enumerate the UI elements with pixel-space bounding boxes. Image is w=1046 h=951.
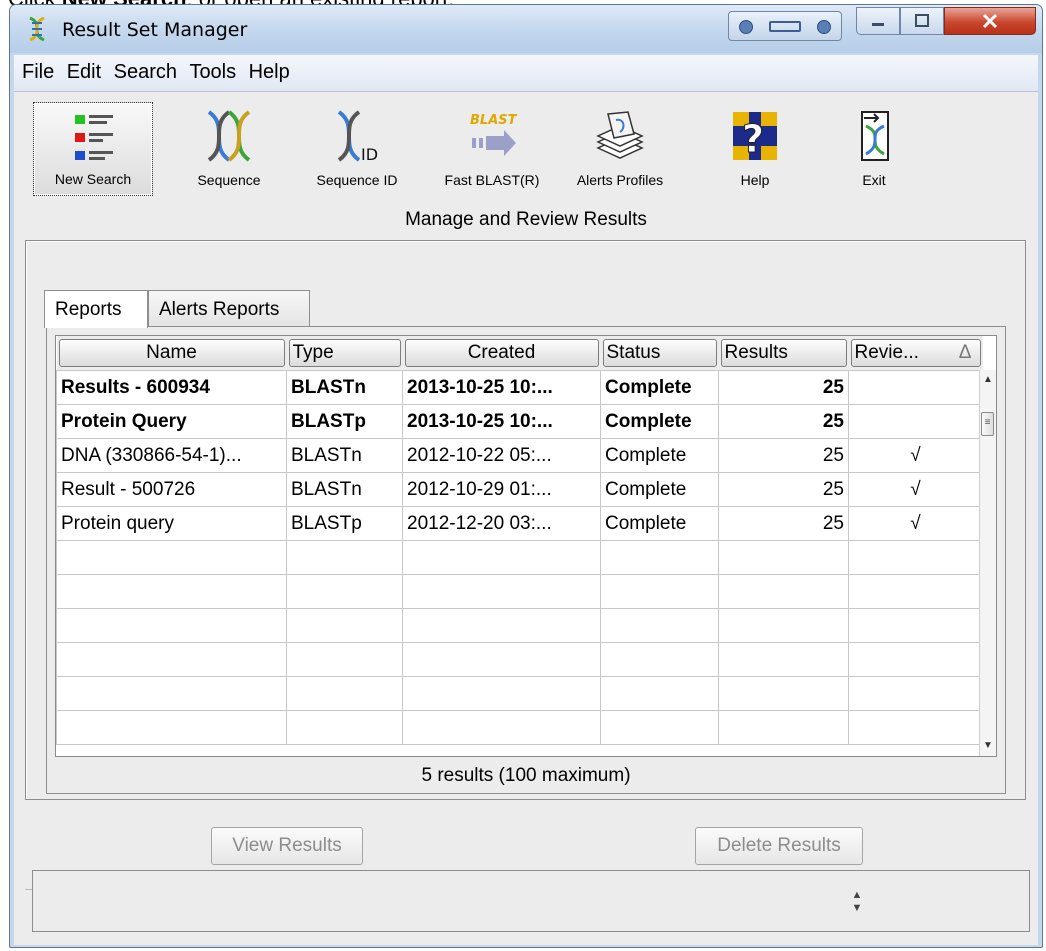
empty-row [56,642,983,677]
scrollbar-thumb[interactable]: ≡ [981,412,994,436]
toolbar: New Search Sequence ID Sequence ID BLAST… [24,102,1028,196]
menu-file[interactable]: File [14,55,54,84]
column-header-reviewed[interactable]: Revie... Δ [848,336,983,371]
table-header-row: Name Type Created Status Results Revie..… [56,336,983,371]
window-extra-controls[interactable] [728,11,842,41]
alerts-profiles-button[interactable]: Alerts Profiles [560,102,680,196]
empty-row [56,574,983,609]
empty-row [56,676,983,711]
table-row[interactable]: Results - 600934 BLASTn 2013-10-25 10:..… [56,370,983,405]
right-dot-icon [817,20,831,34]
scroll-down-arrow-icon[interactable]: ▼ [980,738,996,754]
column-header-results[interactable]: Results [718,336,849,371]
new-search-button[interactable]: New Search [33,102,153,196]
window-buttons [856,7,1036,37]
exit-label: Exit [862,172,886,188]
left-dot-icon [739,20,753,34]
alerts-profiles-icon [596,111,644,159]
delete-results-button[interactable]: Delete Results [695,827,863,865]
column-header-created[interactable]: Created [402,336,601,371]
results-count-status: 5 results (100 maximum) [421,765,631,786]
maximize-icon [915,14,929,27]
message-spinner[interactable]: ▲ ▼ [848,889,866,917]
table-row[interactable]: Protein query BLASTp 2012-12-20 03:... C… [56,506,983,541]
tab-reports[interactable]: Reports [44,290,148,328]
title-bar[interactable]: Result Set Manager [10,5,1042,53]
client-area: New Search Sequence ID Sequence ID BLAST… [14,92,1038,945]
scroll-up-arrow-icon[interactable]: ▲ [980,372,996,388]
tab-alerts-reports[interactable]: Alerts Reports [148,290,310,326]
alerts-profiles-label: Alerts Profiles [576,172,664,188]
fast-blast-icon: BLAST [470,113,518,156]
spin-down-icon[interactable]: ▼ [852,902,863,914]
spin-up-icon[interactable]: ▲ [852,889,863,901]
column-header-type[interactable]: Type [286,336,403,371]
view-results-button[interactable]: View Results [211,827,363,865]
svg-text:BLAST: BLAST [470,113,518,128]
menu-bar: File Edit Search Tools Help [14,55,1038,92]
minimize-icon [872,23,884,26]
section-title: Manage and Review Results [405,209,647,230]
maximize-button[interactable] [900,7,944,35]
close-icon [982,13,998,29]
help-label: Help [740,172,770,188]
svg-text:?: ? [742,117,764,161]
column-header-name[interactable]: Name [56,336,287,371]
empty-row [56,608,983,643]
results-table: Name Type Created Status Results Revie..… [56,336,983,745]
sequence-id-button[interactable]: ID Sequence ID [292,102,422,196]
new-search-label: New Search [54,171,132,187]
table-row[interactable]: DNA (330866-54-1)... BLASTn 2012-10-22 0… [56,438,983,473]
close-button[interactable] [944,7,1036,35]
menu-search[interactable]: Search [106,55,177,84]
table-row[interactable]: Result - 500726 BLASTn 2012-10-29 01:...… [56,472,983,507]
help-button[interactable]: ? Help [710,102,800,196]
minimize-button[interactable] [856,7,900,35]
sequence-button[interactable]: Sequence [174,102,284,196]
result-set-manager-window: Result Set Manager File Edit Search Tool… [9,4,1043,948]
menu-tools[interactable]: Tools [181,55,236,84]
sequence-label: Sequence [197,172,261,188]
bar-icon [769,21,801,32]
sequence-id-label: Sequence ID [316,172,398,188]
help-question-icon: ? [733,112,777,162]
sort-indicator-icon: Δ [958,342,972,363]
reports-panel: Name Type Created Status Results Revie..… [46,326,1006,794]
table-row[interactable]: Protein Query BLASTp 2013-10-25 10:... C… [56,404,983,439]
new-search-icon [75,115,113,160]
table-vertical-scrollbar[interactable]: ▲ ≡ ▼ [979,370,996,756]
message-area [32,870,1030,932]
svg-text:ID: ID [361,145,378,164]
empty-row [56,710,983,745]
column-header-status[interactable]: Status [600,336,719,371]
sequence-id-icon: ID [337,110,378,164]
empty-row [56,540,983,575]
menu-help[interactable]: Help [241,55,290,84]
fast-blast-label: Fast BLAST(R) [444,172,540,188]
results-table-container: Name Type Created Status Results Revie..… [55,335,997,757]
menu-edit[interactable]: Edit [59,55,101,84]
app-dna-icon [29,16,45,42]
window-title: Result Set Manager [62,19,248,41]
fast-blast-button[interactable]: BLAST Fast BLAST(R) [428,102,556,196]
exit-button[interactable]: Exit [834,102,914,196]
sequence-dna-icon [207,110,251,162]
exit-door-icon [861,111,889,161]
